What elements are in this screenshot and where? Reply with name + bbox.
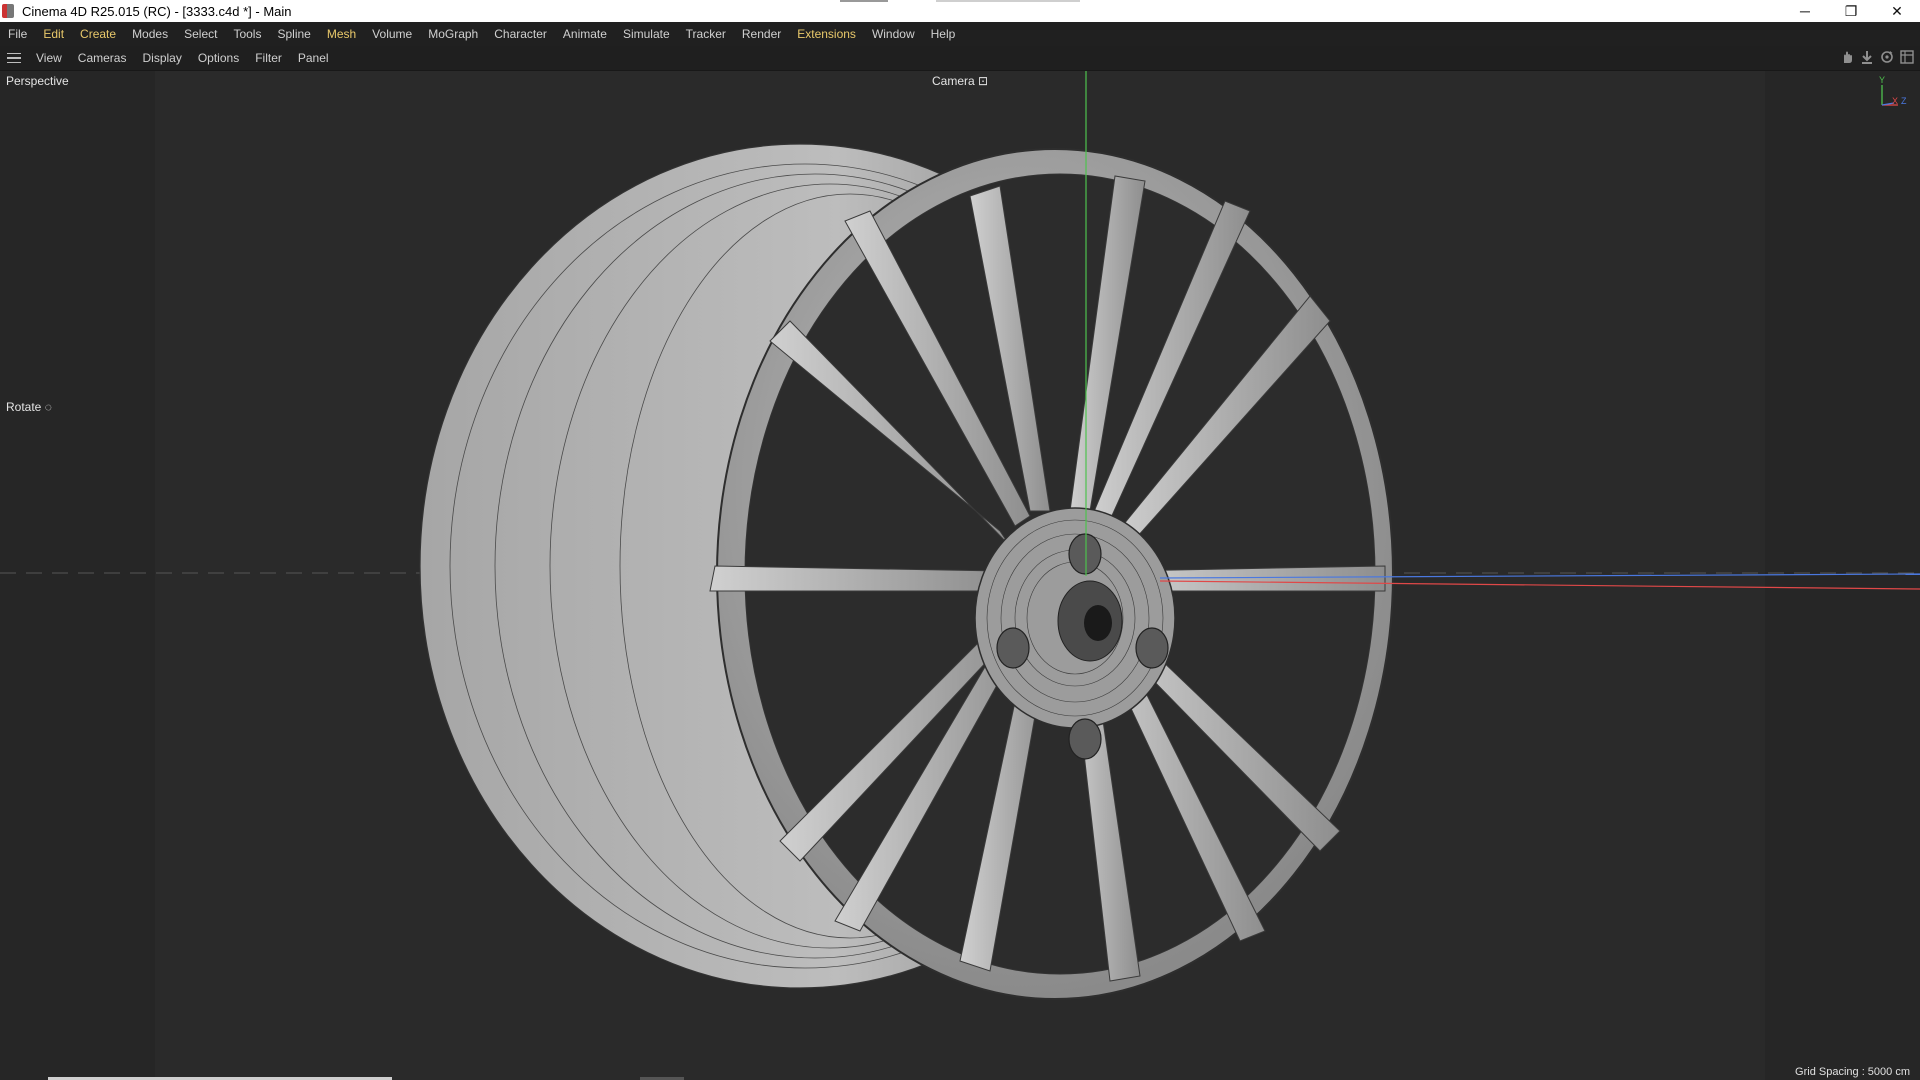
menu-help[interactable]: Help <box>923 27 964 41</box>
window-title: Cinema 4D R25.015 (RC) - [3333.c4d *] - … <box>22 3 292 19</box>
menu-mesh[interactable]: Mesh <box>319 27 364 41</box>
window-controls: ─ ❐ ✕ <box>1782 0 1920 22</box>
viewport-menu-filter[interactable]: Filter <box>248 51 291 65</box>
menu-spline[interactable]: Spline <box>269 27 318 41</box>
menu-character[interactable]: Character <box>486 27 555 41</box>
hamburger-menu-icon[interactable] <box>7 52 21 64</box>
menu-volume[interactable]: Volume <box>364 27 420 41</box>
menu-tracker[interactable]: Tracker <box>678 27 734 41</box>
menu-extensions[interactable]: Extensions <box>789 27 864 41</box>
titlebar-indicator <box>840 0 888 2</box>
viewport-menu-display[interactable]: Display <box>135 51 190 65</box>
viewport-menu-options[interactable]: Options <box>191 51 248 65</box>
axis-z-label: Z <box>1901 96 1907 106</box>
titlebar-indicator-secondary <box>936 0 1080 2</box>
pan-icon[interactable] <box>1840 50 1854 64</box>
viewport-name-label[interactable]: Perspective <box>6 74 69 88</box>
viewport-menu-view[interactable]: View <box>29 51 71 65</box>
viewport-menu-cameras[interactable]: Cameras <box>71 51 136 65</box>
axis-x-label: X <box>1892 96 1898 106</box>
menu-tools[interactable]: Tools <box>225 27 269 41</box>
maximize-panel-icon[interactable] <box>1900 50 1914 64</box>
minimize-button[interactable]: ─ <box>1782 0 1828 22</box>
main-menu-bar: File Edit Create Modes Select Tools Spli… <box>0 22 1920 46</box>
menu-create[interactable]: Create <box>72 27 124 41</box>
viewport-nav-icons <box>1840 50 1914 64</box>
menu-window[interactable]: Window <box>864 27 923 41</box>
menu-file[interactable]: File <box>0 27 35 41</box>
camera-label: Camera <box>932 74 975 88</box>
viewport-perspective[interactable]: Perspective Camera ⊡ Rotate ◌ Y X Z Grid… <box>0 71 1920 1080</box>
menu-simulate[interactable]: Simulate <box>615 27 678 41</box>
viewport-menu-panel[interactable]: Panel <box>291 51 338 65</box>
grid-spacing-label: Grid Spacing : 5000 cm <box>1795 1066 1910 1078</box>
wheel-model[interactable] <box>0 71 1920 1080</box>
menu-render[interactable]: Render <box>734 27 789 41</box>
camera-icon: ⊡ <box>978 74 989 88</box>
close-button[interactable]: ✕ <box>1874 0 1920 22</box>
menu-animate[interactable]: Animate <box>555 27 615 41</box>
active-tool-label: Rotate <box>6 400 42 414</box>
menu-edit[interactable]: Edit <box>35 27 72 41</box>
rotate-tool-icon: ◌ <box>44 400 52 414</box>
axis-gizmo: Y X Z <box>1879 75 1907 106</box>
menu-modes[interactable]: Modes <box>124 27 176 41</box>
cinema4d-logo-icon <box>2 4 14 18</box>
menu-select[interactable]: Select <box>176 27 225 41</box>
restore-button[interactable]: ❐ <box>1828 0 1874 22</box>
viewport-menu-bar: View Cameras Display Options Filter Pane… <box>0 46 1920 71</box>
active-tool-indicator: Rotate ◌ <box>6 400 52 414</box>
camera-selector[interactable]: Camera ⊡ <box>932 74 988 88</box>
menu-mograph[interactable]: MoGraph <box>420 27 486 41</box>
zoom-icon[interactable] <box>1860 50 1874 64</box>
rotate-icon[interactable] <box>1880 50 1894 64</box>
axis-y-label: Y <box>1879 75 1885 85</box>
title-bar: Cinema 4D R25.015 (RC) - [3333.c4d *] - … <box>0 0 1920 22</box>
